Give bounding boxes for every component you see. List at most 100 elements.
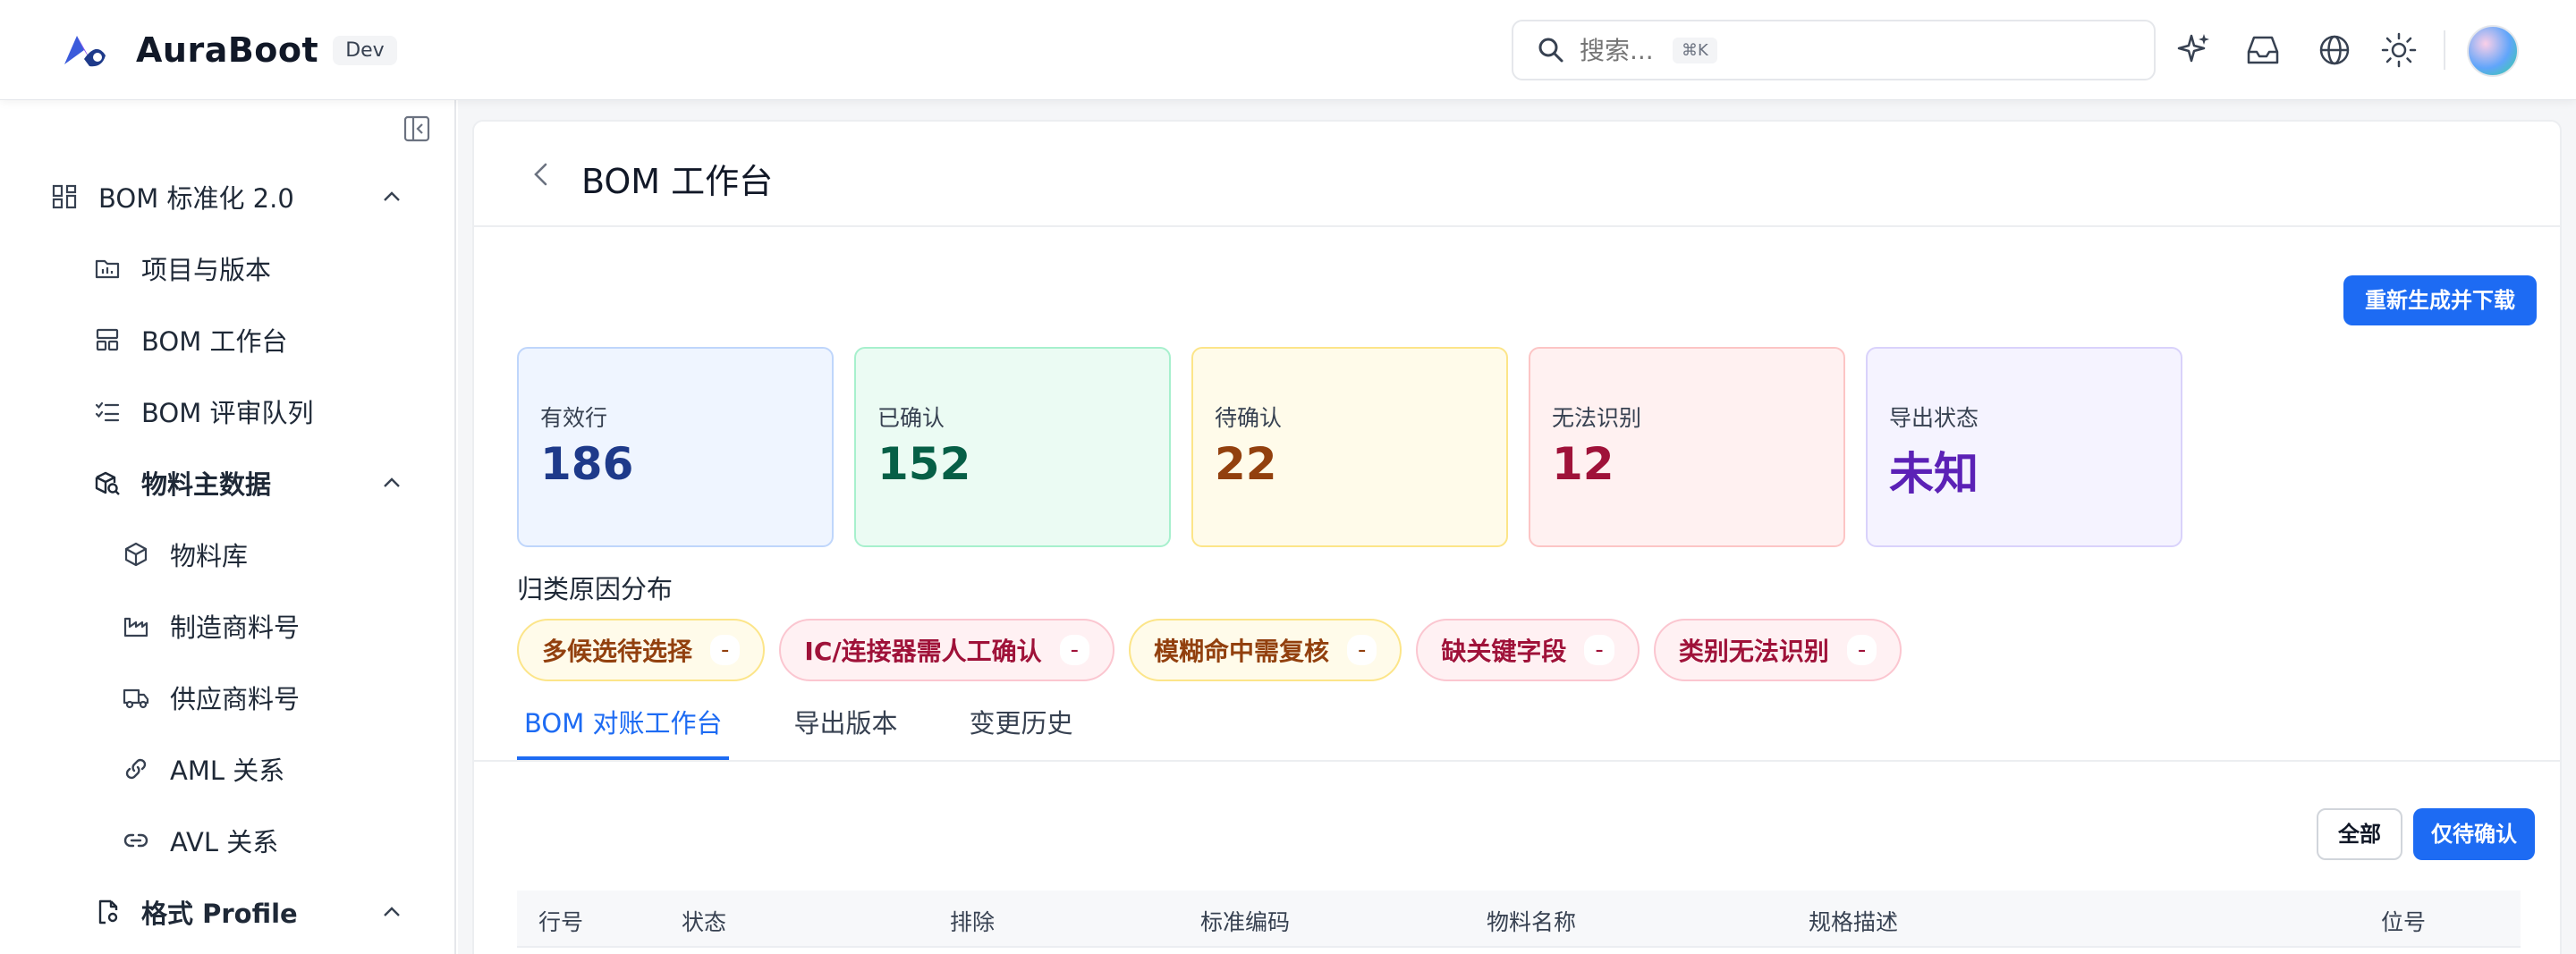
sidebar-item-label: 物料主数据 — [141, 469, 272, 500]
search-icon — [1538, 38, 1563, 63]
sidebar-collapse-icon[interactable] — [402, 114, 431, 143]
grid-icon — [52, 184, 77, 209]
sidebar-item-label: AML 关系 — [170, 756, 285, 786]
column-header-standard-code[interactable]: 标准编码 — [1200, 905, 1290, 937]
sidebar-item-projects-versions[interactable]: 项目与版本 — [0, 241, 456, 295]
stat-label: 已确认 — [877, 405, 945, 431]
sidebar-item-label: 供应商料号 — [170, 684, 301, 714]
inbox-icon[interactable] — [2243, 30, 2283, 70]
column-header-material-name[interactable]: 物料名称 — [1487, 905, 1576, 937]
reason-chip-fuzzy-match[interactable]: 模糊命中需复核 - — [1129, 619, 1402, 681]
header-divider — [2444, 30, 2445, 70]
sidebar-item-aml-relation[interactable]: AML 关系 — [0, 742, 456, 796]
reason-chip-missing-field[interactable]: 缺关键字段 - — [1416, 619, 1640, 681]
search-input[interactable] — [1580, 35, 1665, 65]
sidebar-item-label: 制造商料号 — [170, 612, 301, 643]
stat-card-confirmed: 已确认 152 — [854, 347, 1171, 547]
sidebar-item-avl-relation[interactable]: AVL 关系 — [0, 814, 456, 867]
stat-card-valid-rows: 有效行 186 — [517, 347, 834, 547]
stat-value: 186 — [540, 438, 634, 490]
sidebar-item-supplier-part[interactable]: 供应商料号 — [0, 671, 456, 724]
chevron-up-icon — [384, 477, 400, 487]
tab-export-versions[interactable]: 导出版本 — [786, 694, 904, 758]
column-header-designator[interactable]: 位号 — [2381, 905, 2426, 937]
global-search[interactable]: ⌘K — [1512, 20, 2156, 80]
sidebar: BOM 标准化 2.0 项目与版本 BOM 工作台 BOM 评审队列 物料主数据… — [0, 100, 456, 954]
sidebar-item-manufacturer-part[interactable]: 制造商料号 — [0, 599, 456, 653]
stat-label: 无法识别 — [1552, 405, 1642, 431]
sidebar-item-label: 物料库 — [170, 541, 249, 571]
chevron-up-icon — [384, 191, 400, 201]
brand[interactable]: AuraBoot Dev — [57, 23, 397, 77]
stat-value: 152 — [877, 438, 971, 490]
chip-count: - — [1347, 635, 1377, 665]
stat-value: 未知 — [1889, 448, 1979, 500]
page-header: BOM 工作台 — [474, 122, 2560, 227]
env-badge: Dev — [333, 35, 397, 65]
reason-chips: 多候选待选择 - IC/连接器需人工确认 - 模糊命中需复核 - 缺关键字段 -… — [517, 619, 1902, 681]
user-avatar[interactable] — [2467, 25, 2519, 77]
workbench-card: BOM 工作台 重新生成并下载 有效行 186 已确认 152 待确认 22 无… — [472, 120, 2562, 954]
tab-bom-reconciliation[interactable]: BOM 对账工作台 — [517, 694, 730, 760]
filter-all-button[interactable]: 全部 — [2317, 808, 2402, 860]
chip-label: IC/连接器需人工确认 — [804, 637, 1042, 666]
column-header-exclude[interactable]: 排除 — [950, 905, 995, 937]
column-header-status[interactable]: 状态 — [682, 905, 726, 937]
chip-count: - — [1584, 635, 1614, 665]
regenerate-download-button[interactable]: 重新生成并下载 — [2343, 275, 2537, 325]
search-shortcut: ⌘K — [1673, 37, 1717, 63]
sidebar-item-material-library[interactable]: 物料库 — [0, 528, 456, 581]
sidebar-group-material-master[interactable]: 物料主数据 — [0, 456, 456, 510]
app-header: AuraBoot Dev ⌘K — [0, 0, 2576, 100]
main-area: BOM 工作台 重新生成并下载 有效行 186 已确认 152 待确认 22 无… — [458, 100, 2576, 954]
truck-icon — [123, 688, 149, 709]
chevron-up-icon — [384, 907, 400, 916]
chip-label: 类别无法识别 — [1678, 637, 1829, 666]
layout-icon — [96, 328, 119, 351]
sidebar-item-label: 项目与版本 — [141, 255, 272, 285]
stat-label: 待确认 — [1215, 405, 1283, 431]
sidebar-item-bom-workbench[interactable]: BOM 工作台 — [0, 313, 456, 367]
chip-count: - — [710, 635, 741, 665]
back-chevron-icon[interactable] — [526, 159, 556, 190]
table-header: 行号 状态 排除 标准编码 物料名称 规格描述 位号 — [517, 891, 2521, 948]
chip-label: 模糊命中需复核 — [1154, 637, 1330, 666]
stat-label: 有效行 — [540, 405, 608, 431]
link2-icon — [123, 833, 148, 848]
column-header-spec-desc[interactable]: 规格描述 — [1809, 905, 1898, 937]
sidebar-item-bom-review-queue[interactable]: BOM 评审队列 — [0, 384, 456, 438]
link-icon — [125, 758, 147, 780]
sparkle-icon[interactable] — [2174, 30, 2213, 70]
reason-chip-unknown-category[interactable]: 类别无法识别 - — [1653, 619, 1902, 681]
package-search-icon — [95, 471, 120, 495]
globe-icon[interactable] — [2315, 30, 2354, 70]
sidebar-item-label: BOM 标准化 2.0 — [98, 183, 294, 214]
reason-chip-multi-candidate[interactable]: 多候选待选择 - — [517, 619, 766, 681]
sidebar-item-label: BOM 工作台 — [141, 326, 288, 357]
folder-icon — [95, 259, 120, 279]
stat-value: 12 — [1552, 438, 1614, 490]
chip-label: 多候选待选择 — [542, 637, 693, 666]
chip-count: - — [1059, 635, 1089, 665]
reason-chip-ic-connector[interactable]: IC/连接器需人工确认 - — [779, 619, 1114, 681]
reason-distribution-title: 归类原因分布 — [517, 574, 674, 604]
file-settings-icon — [98, 899, 118, 924]
sidebar-group-format-profile[interactable]: 格式 Profile — [0, 885, 456, 939]
tab-change-history[interactable]: 变更历史 — [962, 694, 1080, 758]
box-icon — [124, 542, 148, 567]
app-name: AuraBoot — [136, 30, 319, 70]
tabs-divider — [474, 760, 2560, 762]
stat-card-pending: 待确认 22 — [1191, 347, 1508, 547]
stat-card-unrecognized: 无法识别 12 — [1529, 347, 1845, 547]
page-title: BOM 工作台 — [581, 162, 774, 201]
sidebar-item-label: 格式 Profile — [141, 899, 298, 929]
sun-icon[interactable] — [2379, 30, 2419, 70]
chip-label: 缺关键字段 — [1441, 637, 1567, 666]
column-header-row-no[interactable]: 行号 — [538, 905, 583, 937]
stat-card-export-status: 导出状态 未知 — [1866, 347, 2182, 547]
sidebar-group-bom-standardization[interactable]: BOM 标准化 2.0 — [0, 170, 456, 224]
filter-pending-button[interactable]: 仅待确认 — [2413, 808, 2535, 860]
workbench-tabs: BOM 对账工作台 导出版本 变更历史 — [517, 694, 1137, 760]
checklist-icon — [95, 401, 120, 422]
auraboot-logo-icon — [64, 36, 106, 67]
